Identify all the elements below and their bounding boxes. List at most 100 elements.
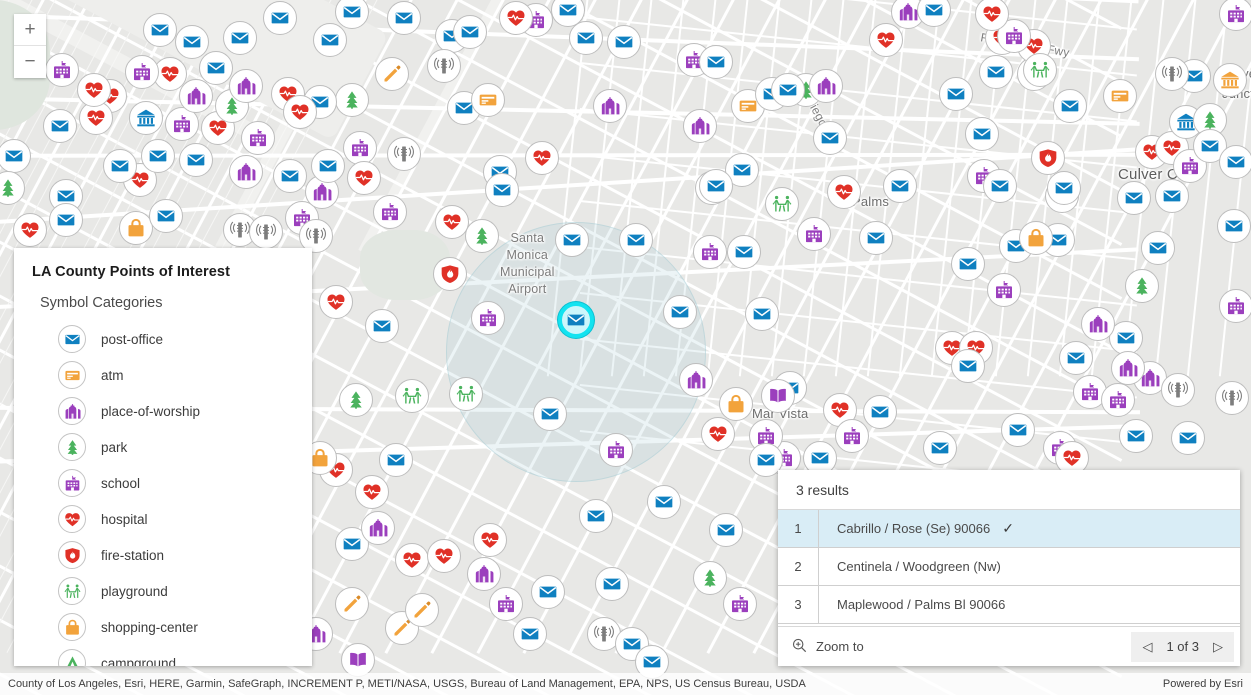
poi-marker-hospital[interactable] xyxy=(499,1,533,35)
poi-marker-post-office[interactable] xyxy=(533,397,567,431)
results-popup[interactable]: 3 results 1 Cabrillo / Rose (Se) 90066 ✓ 2 C… xyxy=(778,470,1240,666)
results-row-list[interactable]: 1 Cabrillo / Rose (Se) 90066 ✓ 2 Centinela /… xyxy=(778,510,1240,626)
poi-marker-shopping-center[interactable] xyxy=(1019,221,1053,255)
poi-marker-post-office[interactable] xyxy=(983,169,1017,203)
poi-marker-hospital[interactable] xyxy=(427,539,461,573)
poi-marker-fire-station[interactable] xyxy=(1031,141,1065,175)
poi-marker-school[interactable] xyxy=(693,235,727,269)
poi-marker-playground[interactable] xyxy=(395,379,429,413)
poi-marker-post-office[interactable] xyxy=(813,121,847,155)
poi-marker-pencil[interactable] xyxy=(375,57,409,91)
poi-marker-school[interactable] xyxy=(987,273,1021,307)
poi-marker-hospital[interactable] xyxy=(283,95,317,129)
poi-marker-post-office[interactable] xyxy=(311,149,345,183)
poi-marker-park[interactable] xyxy=(339,383,373,417)
poi-marker-post-office[interactable] xyxy=(141,139,175,173)
poi-marker-post-office[interactable] xyxy=(143,13,177,47)
poi-marker-tower[interactable] xyxy=(249,215,283,249)
poi-marker-playground[interactable] xyxy=(765,187,799,221)
poi-marker-post-office[interactable] xyxy=(607,25,641,59)
poi-marker-post-office[interactable] xyxy=(595,567,629,601)
poi-marker-post-office[interactable] xyxy=(1119,419,1153,453)
poi-marker-hospital[interactable] xyxy=(827,175,861,209)
poi-marker-church[interactable] xyxy=(1111,351,1145,385)
poi-marker-hospital[interactable] xyxy=(395,543,429,577)
poi-marker-tower[interactable] xyxy=(1215,381,1249,415)
selected-poi-marker[interactable] xyxy=(558,302,594,338)
poi-marker-church[interactable] xyxy=(467,557,501,591)
poi-marker-school[interactable] xyxy=(1101,383,1135,417)
poi-marker-post-office[interactable] xyxy=(1117,181,1151,215)
poi-marker-school[interactable] xyxy=(489,587,523,621)
poi-marker-church[interactable] xyxy=(1081,307,1115,341)
poi-marker-post-office[interactable] xyxy=(199,51,233,85)
legend-item-post-office[interactable]: post-office xyxy=(14,321,312,357)
poi-marker-post-office[interactable] xyxy=(273,159,307,193)
poi-marker-hospital[interactable] xyxy=(869,23,903,57)
zoom-controls[interactable]: + − xyxy=(14,14,46,78)
poi-marker-church[interactable] xyxy=(679,363,713,397)
poi-marker-park[interactable] xyxy=(465,219,499,253)
poi-marker-post-office[interactable] xyxy=(883,169,917,203)
legend-item-campground[interactable]: campground xyxy=(14,645,312,666)
poi-marker-post-office[interactable] xyxy=(709,513,743,547)
poi-marker-hospital[interactable] xyxy=(347,161,381,195)
legend-item-place-of-worship[interactable]: place-of-worship xyxy=(14,393,312,429)
poi-marker-post-office[interactable] xyxy=(965,117,999,151)
poi-marker-post-office[interactable] xyxy=(263,1,297,35)
poi-marker-post-office[interactable] xyxy=(1155,179,1189,213)
poi-marker-post-office[interactable] xyxy=(365,309,399,343)
poi-marker-hospital[interactable] xyxy=(473,523,507,557)
poi-marker-post-office[interactable] xyxy=(1059,341,1093,375)
poi-marker-atm[interactable] xyxy=(471,83,505,117)
poi-marker-post-office[interactable] xyxy=(1171,421,1205,455)
poi-marker-post-office[interactable] xyxy=(179,143,213,177)
poi-marker-school[interactable] xyxy=(241,121,275,155)
poi-marker-post-office[interactable] xyxy=(771,73,805,107)
poi-marker-post-office[interactable] xyxy=(313,23,347,57)
poi-marker-church[interactable] xyxy=(593,89,627,123)
poi-marker-school[interactable] xyxy=(1219,289,1251,323)
poi-marker-church[interactable] xyxy=(229,155,263,189)
poi-marker-church[interactable] xyxy=(229,69,263,103)
poi-marker-post-office[interactable] xyxy=(699,45,733,79)
poi-marker-hospital[interactable] xyxy=(13,213,47,247)
poi-marker-school[interactable] xyxy=(373,195,407,229)
poi-marker-playground[interactable] xyxy=(1023,53,1057,87)
poi-marker-post-office[interactable] xyxy=(951,247,985,281)
poi-marker-school[interactable] xyxy=(797,217,831,251)
poi-marker-post-office[interactable] xyxy=(745,297,779,331)
poi-marker-school[interactable] xyxy=(1219,0,1251,31)
poi-marker-post-office[interactable] xyxy=(1219,145,1251,179)
poi-marker-post-office[interactable] xyxy=(223,21,257,55)
legend-item-hospital[interactable]: hospital xyxy=(14,501,312,537)
legend-item-school[interactable]: school xyxy=(14,465,312,501)
poi-marker-post-office[interactable] xyxy=(531,575,565,609)
poi-marker-post-office[interactable] xyxy=(569,21,603,55)
poi-marker-church[interactable] xyxy=(179,79,213,113)
poi-marker-park[interactable] xyxy=(693,561,727,595)
legend-panel[interactable]: LA County Points of Interest Symbol Cate… xyxy=(14,248,312,666)
poi-marker-post-office[interactable] xyxy=(1141,231,1175,265)
poi-marker-post-office[interactable] xyxy=(647,485,681,519)
poi-marker-post-office[interactable] xyxy=(579,499,613,533)
poi-marker-school[interactable] xyxy=(471,301,505,335)
poi-marker-school[interactable] xyxy=(835,419,869,453)
poi-marker-post-office[interactable] xyxy=(43,109,77,143)
results-pager[interactable]: ◁ 1 of 3 ▷ xyxy=(1131,631,1234,662)
poi-marker-hospital[interactable] xyxy=(525,141,559,175)
poi-marker-tower[interactable] xyxy=(387,137,421,171)
poi-marker-tower[interactable] xyxy=(1155,57,1189,91)
legend-item-park[interactable]: park xyxy=(14,429,312,465)
poi-marker-hospital[interactable] xyxy=(319,285,353,319)
poi-marker-atm[interactable] xyxy=(1103,79,1137,113)
results-row[interactable]: 3 Maplewood / Palms Bl 90066 xyxy=(778,586,1240,624)
pager-next-button[interactable]: ▷ xyxy=(1213,639,1223,655)
poi-marker-post-office[interactable] xyxy=(149,199,183,233)
poi-marker-church[interactable] xyxy=(809,69,843,103)
poi-marker-hospital[interactable] xyxy=(77,73,111,107)
poi-marker-post-office[interactable] xyxy=(1001,413,1035,447)
poi-marker-post-office[interactable] xyxy=(1053,89,1087,123)
poi-marker-bank[interactable] xyxy=(129,101,163,135)
poi-marker-fire-station[interactable] xyxy=(433,257,467,291)
